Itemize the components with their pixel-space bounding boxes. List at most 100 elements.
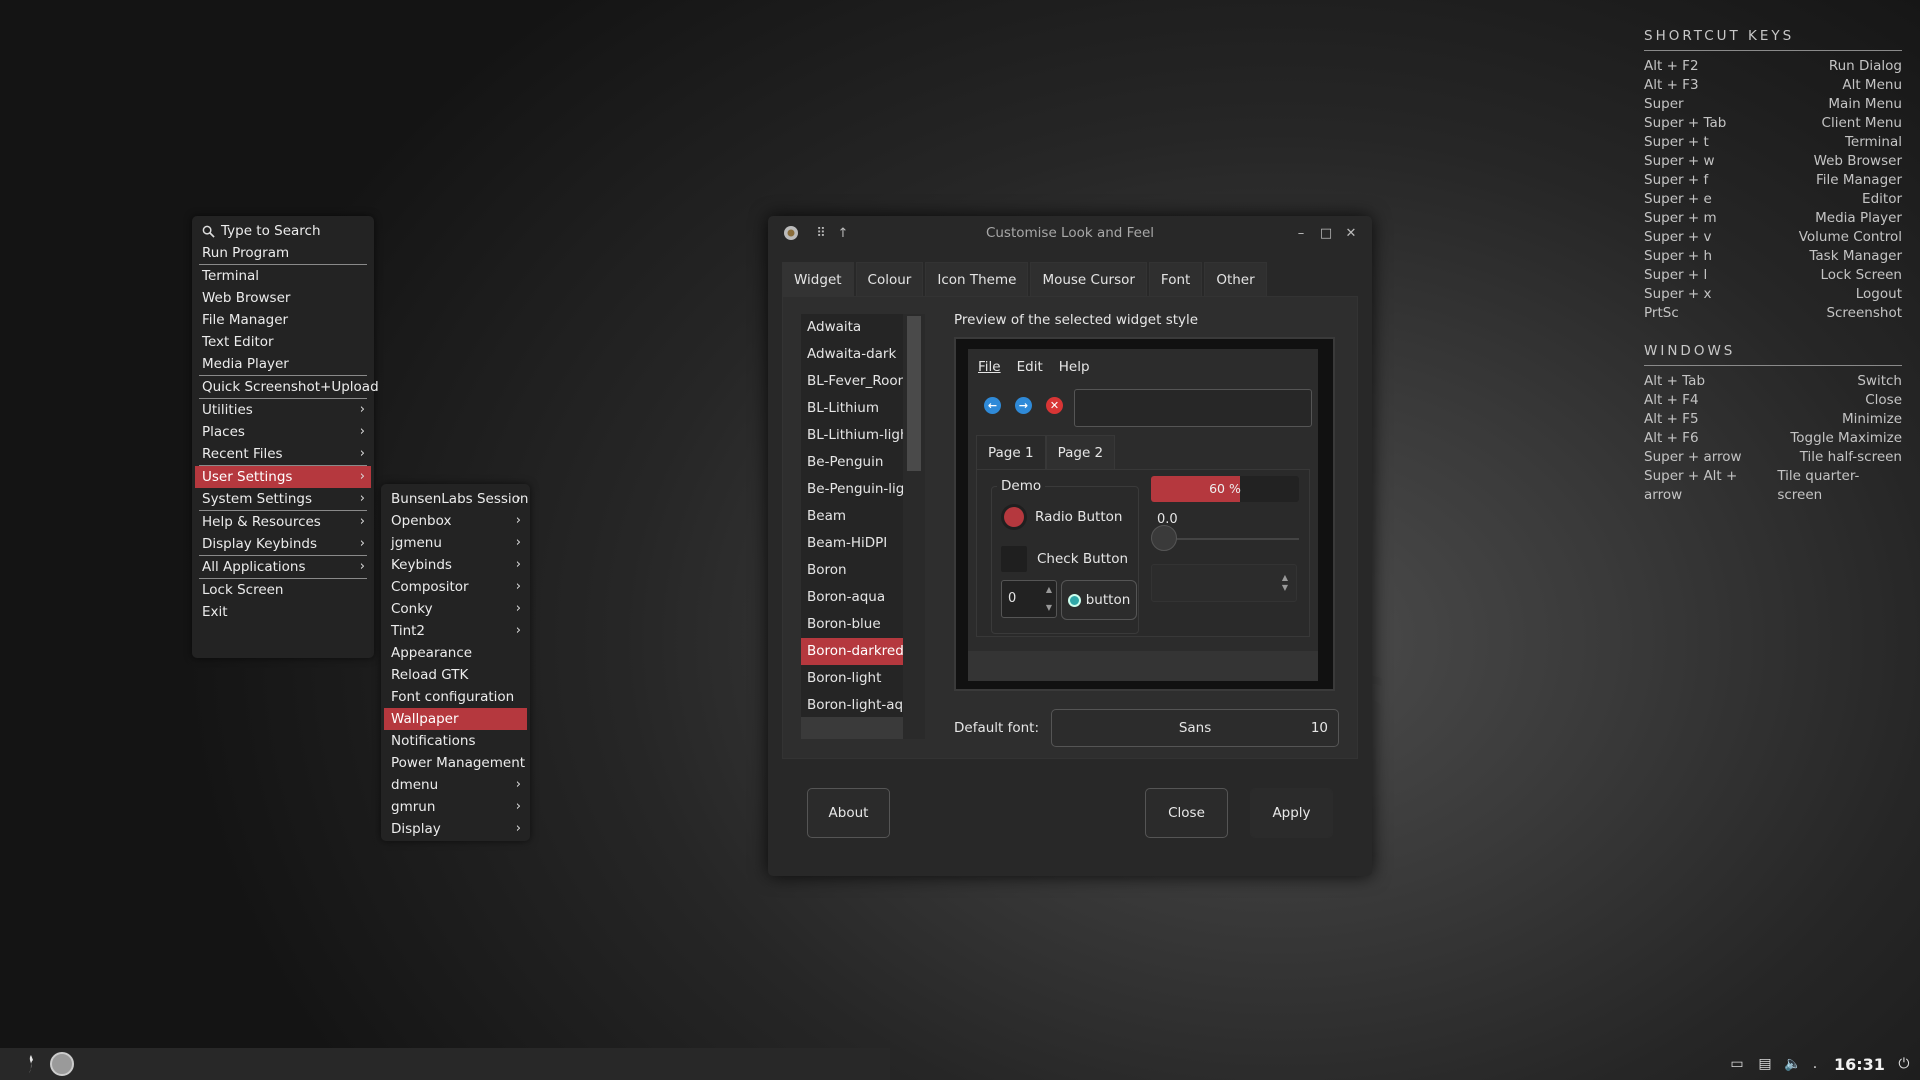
theme-list[interactable]: Adwaita Adwaita-dark BL-Fever_Room BL-Lithi… xyxy=(801,314,925,739)
clipboard-icon[interactable]: ▤ xyxy=(1756,1055,1774,1073)
menu-item-exit[interactable]: Exit xyxy=(195,601,371,623)
menu-item-help-resources[interactable]: Help & Resources › xyxy=(195,511,371,533)
menu-item-lock-screen[interactable]: Lock Screen xyxy=(195,579,371,601)
check-indicator[interactable] xyxy=(1001,546,1027,572)
spin-up-icon[interactable]: ▲ xyxy=(1046,583,1052,597)
stop-icon[interactable]: ✕ xyxy=(1046,397,1063,414)
tab-widget[interactable]: Widget xyxy=(782,262,854,296)
submenu-item-display[interactable]: Display › xyxy=(384,818,527,840)
submenu-item-gmrun[interactable]: gmrun › xyxy=(384,796,527,818)
shortcut-action: Task Manager xyxy=(1809,248,1902,264)
window-shortcut-row: Alt + Tab Switch xyxy=(1644,372,1902,391)
menu-item-quick-screenshot-upload[interactable]: Quick Screenshot+Upload xyxy=(195,376,379,398)
spin-down-icon[interactable]: ▼ xyxy=(1046,601,1052,615)
submenu-item-font-configuration[interactable]: Font configuration xyxy=(384,686,527,708)
theme-list-scrollbar[interactable] xyxy=(903,314,925,739)
submenu-item-reload-gtk[interactable]: Reload GTK xyxy=(384,664,527,686)
menu-item-system-settings[interactable]: System Settings › xyxy=(195,488,371,510)
close-button[interactable]: Close xyxy=(1145,788,1228,838)
submenu-item-wallpaper[interactable]: Wallpaper xyxy=(384,708,527,730)
scale-knob[interactable] xyxy=(1151,525,1177,551)
maximize-icon[interactable]: □ xyxy=(1317,225,1335,243)
taskbar-app-icon[interactable] xyxy=(50,1052,74,1076)
apply-button[interactable]: Apply xyxy=(1250,788,1333,838)
preview-menu-edit[interactable]: Edit xyxy=(1017,359,1043,375)
shortcut-action: Alt Menu xyxy=(1842,77,1902,93)
submenu-item-tint2[interactable]: Tint2 › xyxy=(384,620,527,642)
forward-icon[interactable]: → xyxy=(1015,397,1032,414)
preview-tab-page2[interactable]: Page 2 xyxy=(1045,435,1116,469)
submenu-item-power-management[interactable]: Power Management xyxy=(384,752,527,774)
menu-item-utilities[interactable]: Utilities › xyxy=(195,399,371,421)
shortcut-row: Super + l Lock Screen xyxy=(1644,266,1902,285)
submenu-item-appearance[interactable]: Appearance xyxy=(384,642,527,664)
menu-item-run-program[interactable]: Run Program xyxy=(195,242,371,264)
dialog-titlebar[interactable]: ⠿ ↑ Customise Look and Feel – □ ✕ xyxy=(768,216,1372,252)
submenu-arrow-icon: › xyxy=(359,491,365,506)
preview-check[interactable]: Check Button xyxy=(1001,546,1128,572)
taskbar xyxy=(0,1048,890,1080)
power-icon[interactable]: ⏻ xyxy=(1895,1055,1913,1073)
menu-item-label: Compositor xyxy=(391,579,469,595)
clock[interactable]: 16:31 xyxy=(1834,1055,1885,1074)
menu-item-media-player[interactable]: Media Player xyxy=(195,353,371,375)
default-font-label: Default font: xyxy=(954,720,1040,736)
tab-other[interactable]: Other xyxy=(1204,262,1267,296)
submenu-item-notifications[interactable]: Notifications xyxy=(384,730,527,752)
submenu-item-keybinds[interactable]: Keybinds › xyxy=(384,554,527,576)
menu-item-places[interactable]: Places › xyxy=(195,421,371,443)
menu-item-label: BunsenLabs Session xyxy=(391,491,529,507)
menu-search[interactable]: Type to Search xyxy=(195,220,371,242)
scrollbar-thumb[interactable] xyxy=(907,316,921,471)
preview-button-label: button xyxy=(1085,592,1131,608)
preview-spinbutton[interactable]: 0 ▲ ▼ xyxy=(1001,580,1057,618)
menu-item-all-applications[interactable]: All Applications › xyxy=(195,556,371,578)
submenu-item-compositor[interactable]: Compositor › xyxy=(384,576,527,598)
submenu-item-jgmenu[interactable]: jgmenu › xyxy=(384,532,527,554)
menu-item-web-browser[interactable]: Web Browser xyxy=(195,287,371,309)
bunsenlabs-logo-icon[interactable] xyxy=(24,1054,38,1074)
menu-item-file-manager[interactable]: File Manager xyxy=(195,309,371,331)
preview-menu-file[interactable]: File xyxy=(978,359,1001,375)
minimize-icon[interactable]: – xyxy=(1292,225,1310,243)
menu-item-label: Places xyxy=(202,424,245,440)
shortcut-row: Super + t Terminal xyxy=(1644,133,1902,152)
windows-title: WINDOWS xyxy=(1644,343,1902,366)
shortcut-key: Super + v xyxy=(1644,229,1712,245)
network-icon[interactable]: . xyxy=(1812,1055,1818,1073)
shortcut-key: Super + arrow xyxy=(1644,449,1742,465)
preview-combobox[interactable]: ▲ ▼ xyxy=(1151,564,1297,602)
shortcut-key: Super + l xyxy=(1644,267,1708,283)
shortcut-row: PrtSc Screenshot xyxy=(1644,304,1902,323)
display-icon[interactable]: ▭ xyxy=(1728,1055,1746,1073)
submenu-item-dmenu[interactable]: dmenu › xyxy=(384,774,527,796)
volume-icon[interactable]: 🔈 xyxy=(1784,1055,1802,1073)
menu-item-label: Web Browser xyxy=(202,290,291,306)
preview-button[interactable]: button xyxy=(1061,580,1137,620)
tab-icon-theme[interactable]: Icon Theme xyxy=(925,262,1029,296)
tab-font[interactable]: Font xyxy=(1148,262,1203,296)
preview-radio[interactable]: Radio Button xyxy=(1001,504,1122,530)
menu-item-label: User Settings xyxy=(202,469,293,485)
menu-item-display-keybinds[interactable]: Display Keybinds › xyxy=(195,533,371,555)
close-icon[interactable]: ✕ xyxy=(1342,225,1360,243)
preview-scale[interactable] xyxy=(1151,525,1299,551)
radio-indicator[interactable] xyxy=(1001,504,1027,530)
submenu-item-openbox[interactable]: Openbox › xyxy=(384,510,527,532)
preview-tab-page1[interactable]: Page 1 xyxy=(976,435,1046,469)
about-button[interactable]: About xyxy=(807,788,890,838)
menu-item-terminal[interactable]: Terminal xyxy=(195,265,371,287)
preview-text-entry[interactable] xyxy=(1074,389,1312,427)
back-icon[interactable]: ← xyxy=(984,397,1001,414)
preview-menu-help[interactable]: Help xyxy=(1059,359,1090,375)
menu-item-text-editor[interactable]: Text Editor xyxy=(195,331,371,353)
submenu-item-conky[interactable]: Conky › xyxy=(384,598,527,620)
submenu-item-bunsenlabs-session[interactable]: BunsenLabs Session › xyxy=(384,488,529,510)
menu-item-user-settings[interactable]: User Settings › xyxy=(195,466,371,488)
shortcut-key: Super + Alt + arrow xyxy=(1644,468,1738,503)
default-font-button[interactable]: Sans 10 xyxy=(1051,709,1340,747)
tab-colour[interactable]: Colour xyxy=(855,262,924,296)
submenu-arrow-icon: › xyxy=(515,777,521,792)
menu-item-recent-files[interactable]: Recent Files › xyxy=(195,443,371,465)
tab-mouse-cursor[interactable]: Mouse Cursor xyxy=(1030,262,1147,296)
